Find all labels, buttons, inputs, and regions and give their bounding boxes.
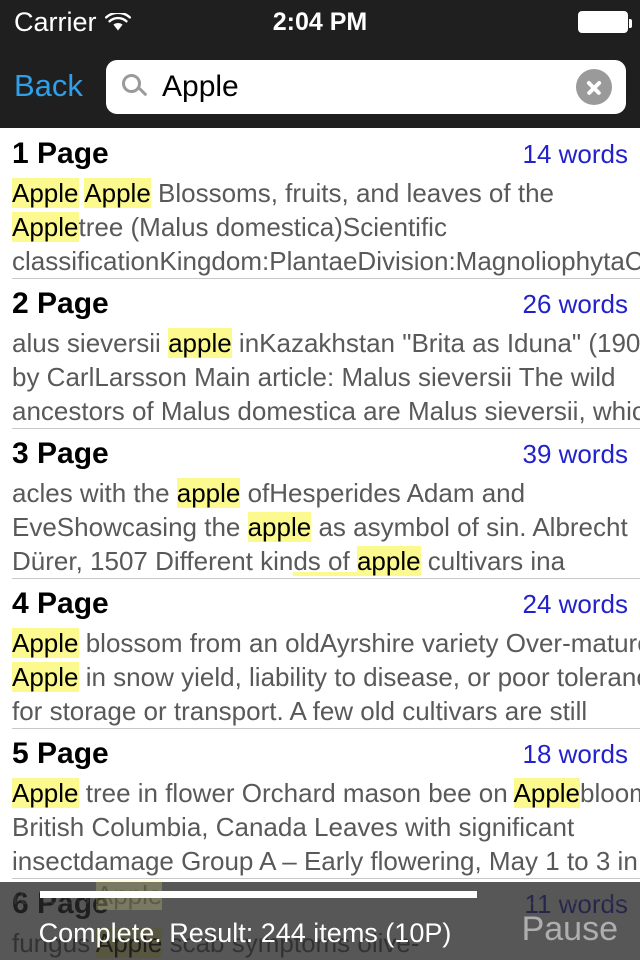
progress-bar-fill: [40, 891, 477, 898]
result-row-header: 1 Page 14 words: [12, 128, 628, 171]
snippet-text: British Columbia, Canada Leaves with sig…: [12, 812, 575, 842]
snippet-text: acles with the: [12, 478, 177, 508]
snippet-text: in snow yield, liability to disease, or …: [78, 662, 640, 692]
search-highlight: Apple: [12, 628, 79, 658]
snippet-text: Blossoms, fruits, and leaves of the: [150, 178, 554, 208]
snippet-line: Apple tree in flower Orchard mason bee o…: [12, 776, 640, 810]
result-page-title: 3 Page: [12, 437, 109, 470]
snippet-text: tree in flower Orchard mason bee on: [78, 778, 514, 808]
result-snippet: Apple blossom from an oldAyrshire variet…: [12, 626, 640, 728]
search-highlight: Apple: [12, 662, 79, 692]
search-highlight: Apple: [12, 178, 79, 208]
result-row-header: 3 Page 39 words: [12, 428, 628, 471]
snippet-text: classificationKingdom:PlantaeDivision:Ma…: [12, 246, 640, 276]
result-row[interactable]: 2 Page 26 words alus sieversii apple inKaz…: [0, 278, 640, 428]
snippet-line: by CarlLarsson Main article: Malus sieve…: [12, 360, 628, 394]
snippet-line: EveShowcasing the apple as asymbol of si…: [12, 510, 628, 544]
snippet-line: ancestors of Malus domestica are Malus s…: [12, 394, 640, 428]
result-page-title: 4 Page: [12, 587, 109, 620]
progress-overlay: fungus Apple scab symptoms olive-green o…: [0, 880, 640, 960]
result-word-count: 24 words: [522, 589, 629, 619]
snippet-text: Dürer, 1507 Different kin: [12, 546, 294, 576]
snippet-text: by CarlLarsson Main article: Malus sieve…: [12, 362, 616, 392]
search-highlight-partial: ds of: [293, 546, 357, 576]
search-highlight: Apple: [513, 778, 581, 808]
search-highlight: Apple: [84, 178, 151, 208]
result-row[interactable]: 5 Page 18 words Apple tree in flower Orcha…: [0, 728, 640, 878]
snippet-text: blossom from an oldAyrshire variety Over…: [78, 628, 640, 658]
result-snippet: Apple tree in flower Orchard mason bee o…: [12, 776, 640, 878]
result-page-title: 1 Page: [12, 137, 109, 170]
snippet-line: Apple blossom from an oldAyrshire variet…: [12, 626, 640, 660]
snippet-line: Dürer, 1507 Different kinds of apple cul…: [12, 544, 628, 578]
search-highlight: Apple: [12, 778, 79, 808]
search-highlight: apple: [356, 546, 421, 576]
result-row-header: 5 Page 18 words: [12, 728, 628, 771]
result-row[interactable]: 3 Page 39 words acles with the apple ofHes…: [0, 428, 640, 578]
snippet-text: EveShowcasing the: [12, 512, 248, 542]
snippet-text: ofHesperides Adam and: [240, 478, 526, 508]
result-word-count: 18 words: [522, 739, 629, 769]
snippet-line: insectdamage Group A – Early flowering, …: [12, 844, 638, 878]
result-row-header: 4 Page 24 words: [12, 578, 628, 621]
snippet-text: tree (Malus domestica)Scientific: [78, 212, 447, 242]
back-button[interactable]: Back: [14, 68, 83, 104]
snippet-line: Appletree (Malus domestica)Scientific: [12, 210, 628, 244]
result-row[interactable]: 4 Page 24 words Apple blossom from an oldA…: [0, 578, 640, 728]
snippet-line: classificationKingdom:PlantaeDivision:Ma…: [12, 244, 640, 278]
result-word-count: 39 words: [522, 439, 629, 469]
navigation-bar: Back: [0, 44, 640, 128]
search-field[interactable]: [106, 60, 626, 114]
snippet-text: as asymbol of sin. Albrecht: [311, 512, 628, 542]
result-row[interactable]: 1 Page 14 words Apple Apple Blossoms, frui…: [0, 128, 640, 278]
snippet-text: bloom,: [580, 778, 640, 808]
snippet-text: cultivars ina: [420, 546, 566, 576]
progress-bar: [40, 891, 600, 898]
snippet-text: inKazakhstan "Brita as Iduna" (1901): [231, 328, 640, 358]
status-bar: Carrier 2:04 PM: [0, 0, 640, 44]
results-list[interactable]: 1 Page 14 words Apple Apple Blossoms, frui…: [0, 128, 640, 960]
result-page-title: 2 Page: [12, 287, 109, 320]
snippet-text: ancestors of Malus domestica are Malus s…: [12, 396, 640, 426]
snippet-line: Apple Apple Blossoms, fruits, and leaves…: [12, 176, 628, 210]
clock-label: 2:04 PM: [272, 7, 368, 36]
search-highlight: apple: [176, 478, 241, 508]
result-snippet: alus sieversii apple inKazakhstan "Brita…: [12, 326, 640, 428]
snippet-text: insectdamage Group A – Early flowering, …: [12, 846, 638, 876]
search-input[interactable]: [162, 70, 576, 104]
search-highlight: Apple: [12, 212, 79, 242]
app-root: Carrier 2:04 PM Back 1 Page 14 words Apple…: [0, 0, 640, 960]
result-word-count: 14 words: [522, 139, 629, 169]
snippet-text: for storage or transport. A few old cult…: [12, 696, 588, 726]
snippet-line: for storage or transport. A few old cult…: [12, 694, 628, 728]
snippet-line: British Columbia, Canada Leaves with sig…: [12, 810, 628, 844]
search-highlight: apple: [247, 512, 312, 542]
clear-icon[interactable]: [576, 69, 612, 105]
result-snippet: acles with the apple ofHesperides Adam a…: [12, 476, 628, 578]
snippet-line: Apple in snow yield, liability to diseas…: [12, 660, 640, 694]
search-icon: [122, 74, 148, 100]
battery-full-icon: [578, 11, 632, 33]
result-row-header: 2 Page 26 words: [12, 278, 628, 321]
search-highlight: apple: [168, 328, 232, 358]
snippet-line: acles with the apple ofHesperides Adam a…: [12, 476, 628, 510]
pause-button[interactable]: Pause: [522, 910, 618, 949]
result-snippet: Apple Apple Blossoms, fruits, and leaves…: [12, 176, 640, 278]
result-word-count: 26 words: [522, 289, 629, 319]
snippet-line: alus sieversii apple inKazakhstan "Brita…: [12, 326, 640, 360]
result-page-title: 5 Page: [12, 737, 109, 770]
status-bar-right: [578, 11, 632, 33]
snippet-text: alus sieversii: [12, 328, 169, 358]
